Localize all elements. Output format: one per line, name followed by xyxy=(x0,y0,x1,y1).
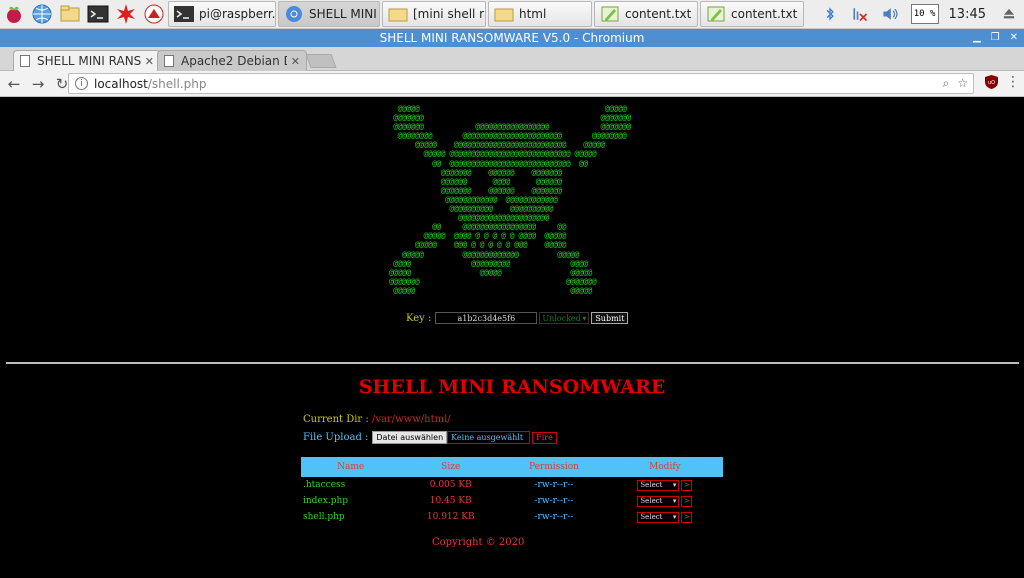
file-size-cell: 0.005 KB xyxy=(429,480,472,490)
file-name-cell[interactable]: .htaccess xyxy=(301,477,400,493)
volume-icon[interactable] xyxy=(879,3,901,25)
taskbar: pi@raspberr... SHELL MINI ... [mini shel… xyxy=(0,0,1024,29)
go-button[interactable]: > xyxy=(681,479,693,491)
file-permission-cell: -rw-r--r-- xyxy=(534,512,574,522)
page-icon xyxy=(164,55,174,67)
window-title: SHELL MINI RANSOMWARE V5.0 - Chromium xyxy=(379,31,645,45)
forward-icon[interactable]: → xyxy=(28,74,48,94)
modify-cell: Select ▾ > xyxy=(607,509,723,525)
dropdown-arrow-icon: ▾ xyxy=(672,513,677,521)
page-title: SHELL MINI RANSOMWARE xyxy=(358,376,666,398)
taskbar-task-folder-mini-shell[interactable]: [mini shell ra... xyxy=(382,1,486,27)
file-size-cell: 10.912 KB xyxy=(426,512,475,522)
status-select[interactable]: Unlocked ▾ xyxy=(539,312,590,324)
minimize-icon[interactable]: ▁ xyxy=(973,29,981,47)
mathematica-launcher-icon[interactable] xyxy=(113,1,139,27)
divider xyxy=(6,362,1019,364)
folder-icon xyxy=(494,8,514,22)
selected-file-name: Keine ausgewählt xyxy=(447,431,531,444)
dropdown-arrow-icon: ▾ xyxy=(672,497,677,505)
cpu-usage-monitor: 10 % xyxy=(910,4,939,24)
tab-strip: SHELL MINI RANSO ✕ Apache2 Debian D ✕ xyxy=(0,47,1024,71)
file-permission-cell: -rw-r--r-- xyxy=(534,480,574,490)
svg-text:uO: uO xyxy=(988,80,995,86)
text-editor-icon xyxy=(601,6,619,22)
file-upload-label: File Upload : xyxy=(303,432,369,443)
window-titlebar: SHELL MINI RANSOMWARE V5.0 - Chromium ▁ … xyxy=(0,29,1024,47)
terminal-icon xyxy=(174,6,194,22)
fire-button[interactable]: Fire xyxy=(532,431,557,444)
file-upload-form: File Upload : Datei auswählen Keine ausg… xyxy=(303,431,557,444)
copyright-footer: Copyright © 2020 xyxy=(432,537,525,548)
file-manager-launcher-icon[interactable] xyxy=(57,1,83,27)
page-content: @@@@@ @@@@@ @@@@@@@ @@@@@@@ @@@@@@@ @@@@… xyxy=(0,98,1024,578)
column-header-size: Size xyxy=(400,457,502,477)
new-tab-button[interactable] xyxy=(305,54,337,68)
zoom-icon[interactable]: ⌕ xyxy=(943,76,950,91)
system-tray: 10 % 13:45 xyxy=(815,3,1024,25)
column-header-permission: Permission xyxy=(501,457,607,477)
text-editor-icon xyxy=(707,6,725,22)
taskbar-task-chromium[interactable]: SHELL MINI ... xyxy=(278,1,380,27)
web-browser-launcher-icon[interactable] xyxy=(29,1,55,27)
raspberry-menu-icon[interactable] xyxy=(1,1,27,27)
table-row: index.php 10.45 KB -rw-r--r-- Select ▾ > xyxy=(301,493,723,509)
submit-button[interactable]: Submit xyxy=(591,312,629,324)
current-dir: Current Dir : /var/www/html/ xyxy=(303,414,451,425)
folder-icon xyxy=(388,8,408,22)
tab-close-icon[interactable]: ✕ xyxy=(145,55,154,68)
go-button[interactable]: > xyxy=(681,495,693,507)
action-select[interactable]: Select ▾ xyxy=(637,495,680,507)
file-size-cell: 10.45 KB xyxy=(429,496,472,506)
current-dir-path: /var/www/html/ xyxy=(371,414,451,425)
taskbar-task-folder-html[interactable]: html xyxy=(488,1,592,27)
back-icon[interactable]: ← xyxy=(4,74,24,94)
table-row: shell.php 10.912 KB -rw-r--r-- Select ▾ > xyxy=(301,509,723,525)
network-disconnected-icon[interactable] xyxy=(849,3,871,25)
modify-cell: Select ▾ > xyxy=(607,493,723,509)
action-select[interactable]: Select ▾ xyxy=(637,511,680,523)
key-label: Key : xyxy=(406,312,432,324)
taskbar-task-terminal[interactable]: pi@raspberr... xyxy=(168,1,276,27)
terminal-launcher-icon[interactable] xyxy=(85,1,111,27)
close-icon[interactable]: ✕ xyxy=(1010,29,1018,47)
table-row: .htaccess 0.005 KB -rw-r--r-- Select ▾ > xyxy=(301,477,723,493)
skull-ascii-art: @@@@@ @@@@@ @@@@@@@ @@@@@@@ @@@@@@@ @@@@… xyxy=(388,104,631,295)
ublock-extension-icon[interactable]: uO xyxy=(985,75,998,89)
page-icon xyxy=(20,55,30,67)
taskbar-task-content-txt-1[interactable]: content.txt xyxy=(594,1,698,27)
site-info-icon[interactable]: i xyxy=(75,77,88,90)
column-header-name: Name xyxy=(301,457,401,477)
file-name-cell[interactable]: index.php xyxy=(301,493,400,509)
wolfram-launcher-icon[interactable] xyxy=(141,1,167,27)
modify-cell: Select ▾ > xyxy=(607,477,723,493)
file-name-cell[interactable]: shell.php xyxy=(301,509,400,525)
key-input[interactable] xyxy=(435,312,538,324)
chromium-icon xyxy=(286,6,302,22)
tab-shell-mini-ransomware[interactable]: SHELL MINI RANSO ✕ xyxy=(13,50,161,71)
go-button[interactable]: > xyxy=(681,511,693,523)
current-dir-label: Current Dir : xyxy=(303,414,369,425)
tab-close-icon[interactable]: ✕ xyxy=(291,55,300,68)
dropdown-arrow-icon: ▾ xyxy=(582,313,587,323)
decrypt-form: Key : Unlocked▾ Submit xyxy=(406,312,629,324)
clock[interactable]: 13:45 xyxy=(949,7,986,22)
bookmark-star-icon[interactable]: ☆ xyxy=(957,76,968,91)
file-permission-cell: -rw-r--r-- xyxy=(534,496,574,506)
browser-toolbar: ← → ↻ i localhost/shell.php ⌕ ☆ uO ⋮ xyxy=(0,71,1024,97)
restore-icon[interactable]: ❐ xyxy=(991,29,1000,47)
choose-file-button[interactable]: Datei auswählen xyxy=(372,431,448,444)
address-bar[interactable]: i localhost/shell.php ⌕ ☆ xyxy=(68,73,974,94)
dropdown-arrow-icon: ▾ xyxy=(672,481,677,489)
action-select[interactable]: Select ▾ xyxy=(637,479,680,491)
tab-apache2-debian[interactable]: Apache2 Debian D ✕ xyxy=(157,50,307,71)
bluetooth-icon[interactable] xyxy=(819,3,841,25)
taskbar-task-content-txt-2[interactable]: content.txt xyxy=(700,1,804,27)
menu-icon[interactable]: ⋮ xyxy=(1006,74,1020,90)
table-header-row: Name Size Permission Modify xyxy=(301,457,723,477)
eject-icon[interactable] xyxy=(998,3,1020,25)
file-table: Name Size Permission Modify .htaccess 0.… xyxy=(301,457,723,525)
column-header-modify: Modify xyxy=(606,457,723,477)
